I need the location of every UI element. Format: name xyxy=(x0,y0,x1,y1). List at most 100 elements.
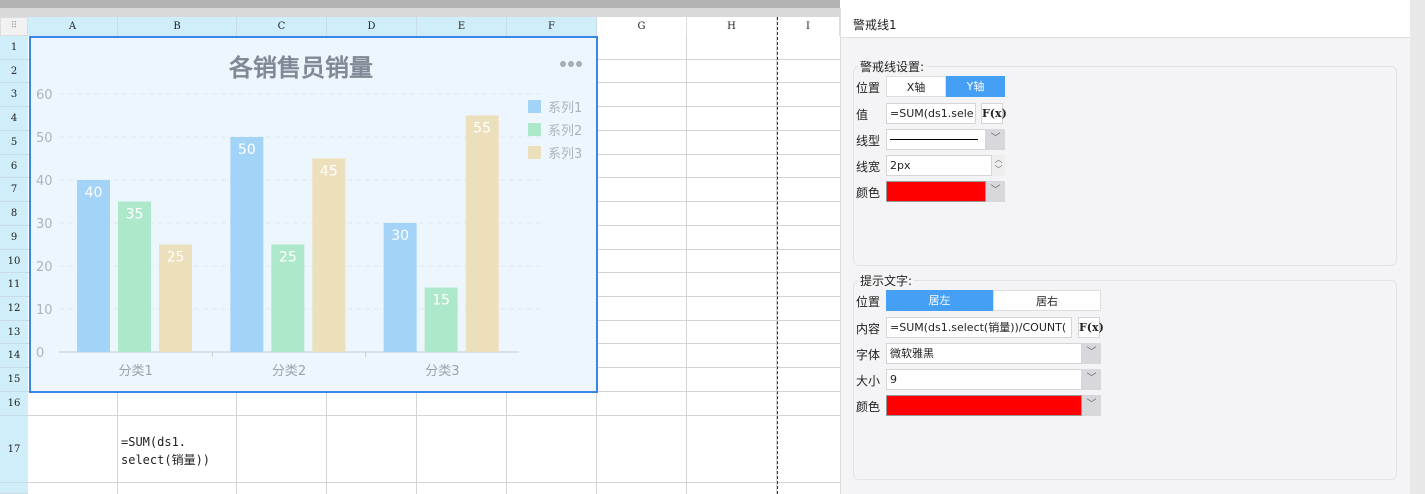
column-header-C[interactable]: C xyxy=(237,17,327,36)
bar-chart[interactable]: 各销售员销量 0 10 20 30 40 50 60 分类1 40 35 25 分类2 50 25 45 分类… xyxy=(29,36,598,393)
column-header-I[interactable]: I xyxy=(777,17,840,36)
column-header-G[interactable]: G xyxy=(597,17,687,36)
chevron-down-icon[interactable]: ﹀ xyxy=(1082,343,1101,364)
color-label: 颜色 xyxy=(856,400,881,414)
chart-canvas: 各销售员销量 0 10 20 30 40 50 60 分类1 40 35 25 分类2 50 25 45 分类… xyxy=(36,54,582,379)
data-label: 25 xyxy=(279,250,297,266)
y-tick-label: 30 xyxy=(36,217,53,232)
solid-line-preview xyxy=(890,139,978,140)
cell-b17[interactable]: =SUM(ds1. select(销量)) xyxy=(121,433,210,469)
row-header-2[interactable]: 2 xyxy=(0,59,28,84)
linetype-select[interactable] xyxy=(886,129,986,150)
data-label: 30 xyxy=(391,228,409,244)
data-label: 35 xyxy=(126,207,144,223)
legend-swatch xyxy=(528,100,541,113)
size-label: 大小 xyxy=(856,374,881,388)
row-header-10[interactable]: 10 xyxy=(0,249,28,274)
value-input[interactable]: =SUM(ds1.sele xyxy=(886,103,976,124)
row-header-5[interactable]: 5 xyxy=(0,130,28,155)
bar-系列3-分类2 xyxy=(312,158,346,352)
formula-button[interactable]: F(x) xyxy=(981,103,1007,124)
row-header-11[interactable]: 11 xyxy=(0,273,28,298)
data-label: 50 xyxy=(238,142,256,158)
legend-swatch xyxy=(528,123,541,136)
y-tick-label: 40 xyxy=(36,174,53,189)
row-header-13[interactable]: 13 xyxy=(0,320,28,345)
column-header-A[interactable]: A xyxy=(28,17,118,36)
legend-swatch xyxy=(528,146,541,159)
x-tick-label: 分类1 xyxy=(119,364,153,379)
tip-text-settings: 提示文字: 位置 居左 居右 内容 =SUM(ds1.select(销量))/C… xyxy=(853,272,1397,480)
y-axis-option[interactable]: Y轴 xyxy=(946,76,1005,97)
column-header-H[interactable]: H xyxy=(687,17,777,36)
warning-line-settings: 警戒线设置: 位置 X轴 Y轴 值 =SUM(ds1.sele F(x) 线型 … xyxy=(853,58,1397,266)
color-swatch[interactable] xyxy=(886,181,986,202)
row-header-7[interactable]: 7 xyxy=(0,178,28,203)
chevron-down-icon[interactable]: ﹀ xyxy=(1082,395,1101,416)
column-header-D[interactable]: D xyxy=(327,17,417,36)
group-label: 提示文字: xyxy=(858,272,915,289)
bar-系列1-分类1 xyxy=(77,180,110,352)
row-header-8[interactable]: 8 xyxy=(0,202,28,226)
bar-系列3-分类3 xyxy=(465,115,499,352)
column-header-B[interactable]: B xyxy=(118,17,237,36)
x-axis-option[interactable]: X轴 xyxy=(886,76,946,97)
color-label: 颜色 xyxy=(856,186,881,200)
chevron-down-icon[interactable]: ﹀ xyxy=(986,129,1005,150)
row-header-4[interactable]: 4 xyxy=(0,107,28,131)
data-label: 45 xyxy=(320,164,338,180)
row-line xyxy=(28,415,840,416)
row-header-16[interactable]: 16 xyxy=(0,392,28,416)
row-header-6[interactable]: 6 xyxy=(0,154,28,179)
legend-label: 系列2 xyxy=(548,124,582,139)
y-tick-label: 20 xyxy=(36,260,53,275)
color-swatch[interactable] xyxy=(886,395,1082,416)
chevron-down-icon[interactable]: ﹀ xyxy=(986,181,1005,202)
bar-系列2-分类1 xyxy=(118,201,151,352)
data-label: 15 xyxy=(432,293,450,309)
column-header-F[interactable]: F xyxy=(507,17,597,36)
row-header-17[interactable]: 17 xyxy=(0,416,28,483)
toolbar-strip xyxy=(0,8,840,17)
y-tick-label: 10 xyxy=(36,303,53,318)
row-header-15[interactable]: 15 xyxy=(0,368,28,392)
position-label: 位置 xyxy=(856,295,881,309)
y-tick-label: 0 xyxy=(36,346,44,361)
legend-label: 系列3 xyxy=(548,147,582,162)
legend-label: 系列1 xyxy=(548,101,582,116)
more-menu-icon[interactable] xyxy=(560,61,582,67)
formula-button[interactable]: F(x) xyxy=(1078,317,1104,338)
data-label: 25 xyxy=(167,250,185,266)
content-input[interactable]: =SUM(ds1.select(销量))/COUNT( xyxy=(886,317,1072,338)
row-header-1[interactable]: 1 xyxy=(0,36,28,60)
column-header-E[interactable]: E xyxy=(417,17,507,36)
value-label: 值 xyxy=(856,108,869,122)
top-toolbar xyxy=(0,0,840,8)
font-select[interactable]: 微软雅黑 xyxy=(886,343,1082,364)
linewidth-label: 线宽 xyxy=(856,160,881,174)
page-break-line xyxy=(777,17,778,494)
row-header-12[interactable]: 12 xyxy=(0,297,28,321)
row-header-9[interactable]: 9 xyxy=(0,225,28,250)
group-label: 警戒线设置: xyxy=(858,58,927,75)
align-right-option[interactable]: 居右 xyxy=(993,290,1101,311)
row-line xyxy=(28,482,840,483)
chart-title: 各销售员销量 xyxy=(228,54,373,82)
side-scrollbar[interactable] xyxy=(1410,0,1425,494)
chevron-down-icon[interactable]: ﹀ xyxy=(1082,369,1101,390)
linewidth-input[interactable]: 2px xyxy=(886,155,992,176)
y-tick-label: 60 xyxy=(36,88,53,103)
size-select[interactable]: 9 xyxy=(886,369,1082,390)
y-tick-label: 50 xyxy=(36,131,53,146)
data-label: 55 xyxy=(473,121,491,137)
select-all-corner[interactable]: ⠿ xyxy=(0,17,28,36)
row-header-14[interactable]: 14 xyxy=(0,344,28,369)
spinner-icon[interactable]: ︿ ﹀ xyxy=(992,155,1005,176)
row-header-3[interactable]: 3 xyxy=(0,83,28,108)
align-left-option[interactable]: 居左 xyxy=(886,290,993,311)
data-label: 40 xyxy=(85,185,103,201)
row-header[interactable] xyxy=(0,483,28,494)
x-tick-label: 分类3 xyxy=(425,364,459,379)
x-tick-label: 分类2 xyxy=(272,364,306,379)
panel-title: 警戒线1 xyxy=(841,8,1411,38)
